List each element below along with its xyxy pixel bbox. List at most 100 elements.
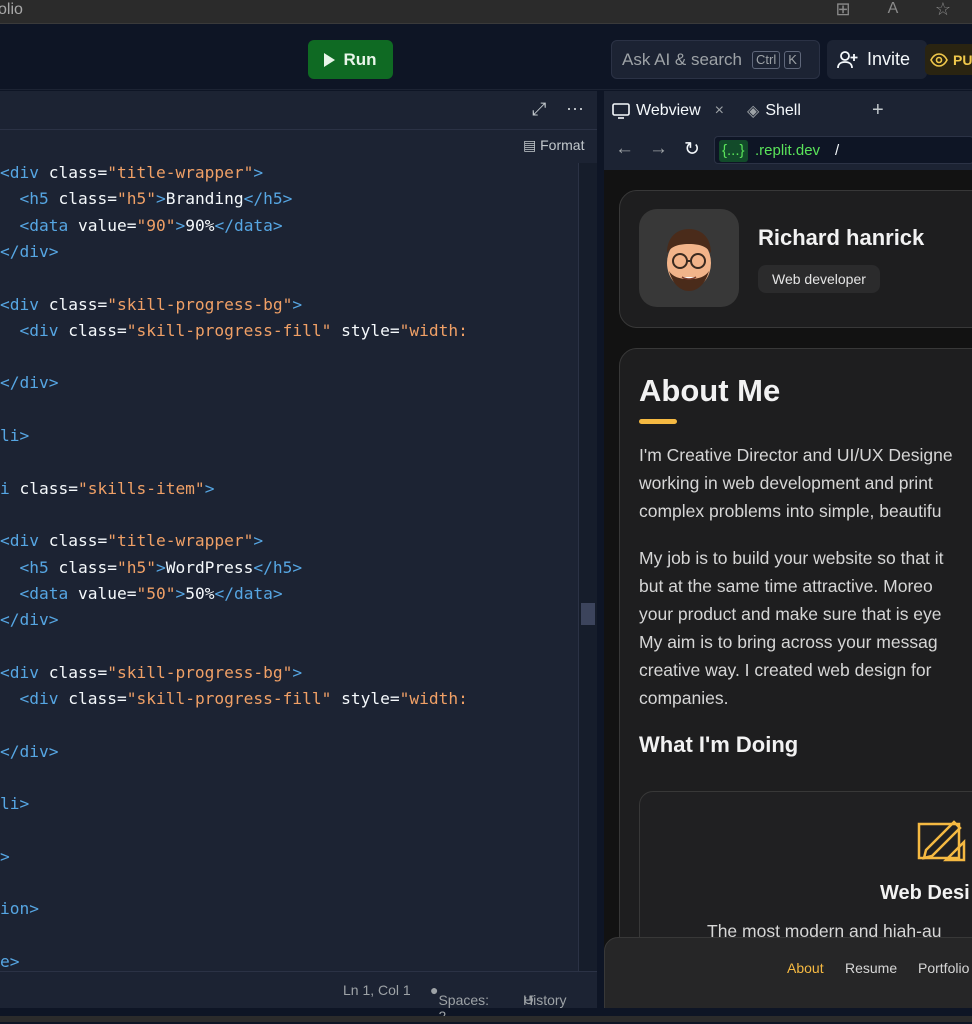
format-button[interactable]: ▤ Format [523,137,584,154]
code-line[interactable]: <div class="title-wrapper"> [0,163,263,189]
code-line[interactable]: </div> [0,610,58,636]
code-token: ion> [0,899,39,919]
code-token: "skill-progress-fill" [126,320,332,340]
tab-shell[interactable]: ◈ Shell [747,91,801,130]
ask-ai-search[interactable]: Ask AI & search Ctrl K [611,40,820,79]
expand-icon[interactable]: ⤢ [532,99,546,120]
pane-divider[interactable] [597,91,604,1008]
code-token: <h5 [19,189,59,209]
code-token: "50" [136,583,176,603]
more-options-icon[interactable]: ⋯ [566,99,584,120]
about-paragraph-1: I'm Creative Director and UI/UX Designe … [639,441,972,525]
indent-setting[interactable]: ● Spaces: 2 [430,982,489,1024]
code-line[interactable]: <div class="skill-progress-fill" style="… [0,689,468,715]
about-title: About Me [639,373,781,408]
code-token: </data> [214,583,283,603]
code-area[interactable]: <div class="title-wrapper"> <h5 class="h… [0,161,578,971]
back-icon[interactable]: ← [615,138,634,160]
code-token: class= [48,531,108,551]
code-line[interactable]: <data value="50">50%</data> [0,584,283,610]
code-token: <h5 [19,557,59,577]
editor-scrollbar[interactable] [578,163,597,971]
code-token: </h5> [253,557,303,577]
code-line[interactable]: e> [0,952,20,971]
eye-icon [930,52,948,67]
profile-name: Richard hanrick [758,225,925,250]
invite-button[interactable]: Invite [827,40,927,79]
code-line[interactable]: <div class="title-wrapper"> [0,531,263,557]
para2-line: My job is to build your website so that … [639,548,944,568]
code-token: i [0,478,20,498]
code-token: "skill-progress-bg" [107,662,293,682]
tab-shell-label: Shell [765,101,801,119]
code-line[interactable]: ion> [0,899,39,925]
code-line[interactable]: <h5 class="h5">WordPress</h5> [0,557,303,584]
code-token: class= [58,189,117,209]
code-token: e> [0,952,20,971]
add-tab-icon[interactable]: + [872,91,884,130]
format-label: Format [540,137,585,153]
shell-icon: ◈ [747,102,760,120]
forward-icon[interactable]: → [649,138,668,160]
close-tab-icon[interactable]: × [715,102,724,120]
code-line[interactable]: li> [0,426,29,452]
history-icon: ↺ [523,992,535,1008]
profile-card: Richard hanrick Web developer [619,190,972,328]
run-button[interactable]: Run [308,40,393,79]
code-token: Branding [165,189,244,209]
tab-webview[interactable]: Webview × [612,91,724,130]
code-line[interactable]: </div> [0,373,58,399]
code-token: li> [0,794,30,814]
avatar [639,209,739,307]
code-line[interactable]: <div class="skill-progress-bg"> [0,295,302,321]
browser-bar: olio ⊞ A ☆ [0,0,972,24]
code-token: > [175,583,186,603]
webview-tabs: Webview × ◈ Shell + [604,91,972,130]
star-icon[interactable]: ☆ [932,0,954,20]
scrollbar-thumb[interactable] [581,603,595,625]
code-line[interactable]: <h5 class="h5">Branding</h5> [0,189,293,215]
code-token: 50% [185,583,215,603]
site-preview: Richard hanrick Web developer About Me I… [604,170,972,1008]
editor-status-bar: Ln 1, Col 1 ● Spaces: 2 History ↺ [0,971,597,1024]
code-token: > [155,189,166,209]
code-line[interactable]: </div> [0,742,58,768]
code-line[interactable]: i class="skills-item"> [0,479,214,505]
code-token: "90" [136,215,176,235]
code-line[interactable]: <div class="skill-progress-bg"> [0,663,302,689]
monitor-icon [612,102,630,119]
url-input[interactable]: {...} .replit.dev / [714,136,972,164]
run-label: Run [343,49,377,69]
code-line[interactable]: <div class="skill-progress-fill" style="… [0,321,468,347]
code-token: style= [331,320,400,340]
code-token: > [155,557,166,577]
code-token: <div [0,294,49,314]
code-line[interactable]: li> [0,794,29,820]
format-icon: ▤ [523,137,541,153]
para1-line: I'm Creative Director and UI/UX Designe [639,445,953,465]
code-line[interactable]: <data value="90">90%</data> [0,216,283,242]
design-icon [917,820,966,862]
nav-resume[interactable]: Resume [845,960,897,976]
code-token: "title-wrapper" [107,163,254,182]
code-token: class= [48,294,108,314]
play-icon [324,52,336,67]
add-user-icon [837,50,858,68]
cursor-position[interactable]: Ln 1, Col 1 [343,982,411,998]
code-token: class= [48,662,108,682]
grid-icon[interactable]: ⊞ [832,0,854,20]
reload-icon[interactable]: ↻ [684,138,700,161]
site-navbar: About Resume Portfolio [604,937,972,1008]
browser-tab-title[interactable]: olio [0,1,23,19]
read-aloud-icon[interactable]: A [882,0,904,20]
public-badge[interactable]: PU [925,44,972,75]
code-line[interactable]: </div> [0,242,58,268]
code-token: value= [77,583,137,603]
editor-header: ⤢ ⋯ [0,91,597,130]
nav-portfolio[interactable]: Portfolio [918,960,969,976]
code-line[interactable]: > [0,847,10,873]
code-token: "skill-progress-fill" [126,689,332,708]
nav-about[interactable]: About [787,960,824,976]
